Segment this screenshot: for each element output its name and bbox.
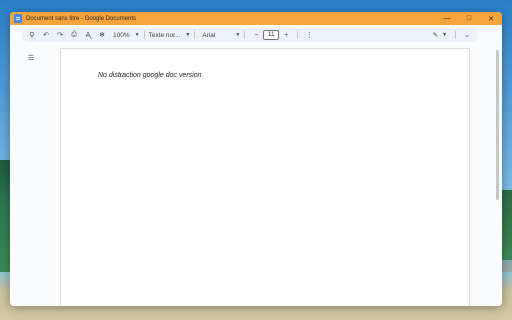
- minimize-icon[interactable]: —: [436, 12, 458, 25]
- window-controls: — □ ✕: [436, 12, 502, 25]
- window-title: Document sans titre - Google Documents: [26, 15, 137, 22]
- document-outline-icon[interactable]: ☰: [25, 53, 37, 63]
- font-select[interactable]: Arial ▼: [199, 28, 240, 42]
- collapse-menus-icon[interactable]: ⌄: [460, 28, 474, 42]
- decrease-font-size-button[interactable]: −: [249, 28, 263, 42]
- search-icon[interactable]: ⚲: [25, 28, 39, 42]
- font-value: Arial: [202, 31, 216, 39]
- font-size-input[interactable]: 11: [263, 30, 280, 40]
- toolbar: ⚲ ↶ ↷ ⎙ A̢ ❄ 100% ▼ Texte nor... ▼ Arial…: [22, 28, 478, 42]
- zoom-value: 100%: [113, 31, 130, 39]
- paragraph-style-select[interactable]: Texte nor... ▼: [149, 28, 191, 42]
- more-options-icon[interactable]: ⋮: [302, 28, 316, 42]
- app-window: Document sans titre - Google Documents —…: [10, 12, 502, 306]
- editing-mode-button[interactable]: ✎ ▼: [433, 28, 447, 42]
- close-icon[interactable]: ✕: [480, 12, 502, 25]
- chevron-down-icon: ▼: [185, 32, 191, 38]
- paint-format-icon[interactable]: ❄: [95, 28, 109, 42]
- pencil-icon: ✎: [432, 32, 439, 39]
- increase-font-size-button[interactable]: +: [279, 28, 293, 42]
- chevron-down-icon: ▼: [442, 32, 447, 38]
- document-page[interactable]: No distraction google doc version: [60, 48, 470, 306]
- redo-icon[interactable]: ↷: [53, 28, 67, 42]
- document-text: No distraction google doc version: [98, 72, 202, 79]
- toolbar-divider: [297, 31, 299, 39]
- spellcheck-icon[interactable]: A̢: [81, 28, 95, 42]
- maximize-icon[interactable]: □: [458, 12, 480, 25]
- chevron-down-icon: ▼: [134, 32, 140, 38]
- toolbar-divider: [244, 31, 246, 39]
- docs-app-icon: [14, 14, 22, 23]
- toolbar-divider: [194, 31, 196, 39]
- scrollbar-thumb[interactable]: [496, 50, 499, 200]
- toolbar-divider: [143, 31, 145, 39]
- title-bar: Document sans titre - Google Documents —…: [10, 12, 502, 25]
- undo-icon[interactable]: ↶: [39, 28, 53, 42]
- scrollbar[interactable]: [496, 48, 500, 306]
- print-icon[interactable]: ⎙: [67, 28, 81, 42]
- toolbar-divider: [455, 31, 456, 39]
- paragraph-style-value: Texte nor...: [148, 31, 181, 39]
- zoom-select[interactable]: 100% ▼: [113, 28, 140, 42]
- chevron-down-icon: ▼: [235, 32, 241, 38]
